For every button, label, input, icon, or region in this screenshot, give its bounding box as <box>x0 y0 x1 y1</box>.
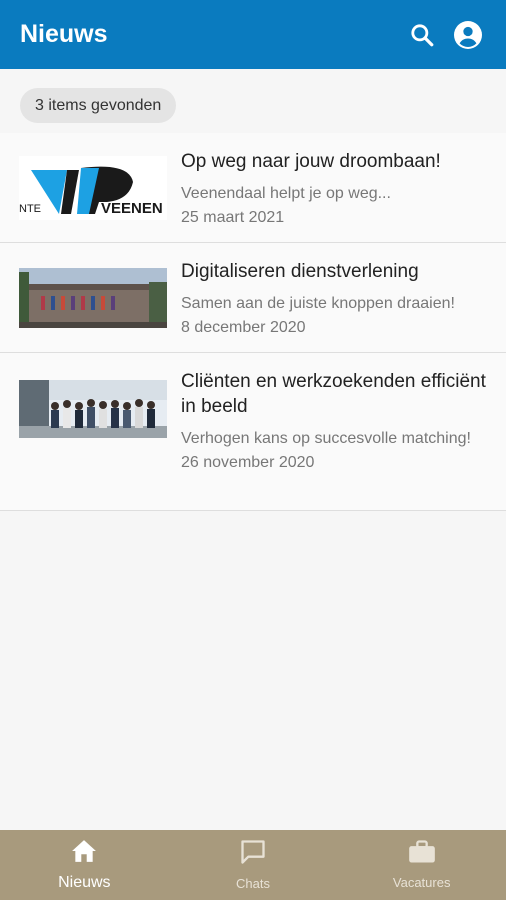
chat-icon <box>239 839 267 870</box>
news-item[interactable]: Digitaliseren dienstverlening Samen aan … <box>0 243 506 353</box>
bottom-navigation: Nieuws Chats Vacatures <box>0 830 506 900</box>
nav-item-vacatures[interactable]: Vacatures <box>337 830 506 900</box>
news-date: 26 november 2020 <box>181 454 315 471</box>
news-date: 8 december 2020 <box>181 319 306 336</box>
nav-label: Vacatures <box>392 875 451 890</box>
page-title: Nieuws <box>20 20 108 48</box>
news-item[interactable]: NTE VEENEN Op weg naar jouw droombaan! Ve… <box>0 133 506 243</box>
news-item[interactable]: Cliënten en werkzoekenden efficiënt in b… <box>0 353 506 511</box>
nav-label: Chats <box>236 876 270 891</box>
news-thumbnail: NTE VEENEN <box>19 133 167 242</box>
news-title: Cliënten en werkzoekenden efficiënt in b… <box>181 371 486 417</box>
search-icon[interactable] <box>404 17 440 53</box>
nav-item-chats[interactable]: Chats <box>169 830 338 900</box>
logo-text-left: NTE <box>19 203 41 215</box>
news-title: Op weg naar jouw droombaan! <box>181 151 441 172</box>
nav-item-nieuws[interactable]: Nieuws <box>0 830 169 900</box>
news-subtitle: Samen aan de juiste knoppen draaien! <box>181 295 455 312</box>
news-date: 25 maart 2021 <box>181 209 285 226</box>
nav-label: Nieuws <box>58 873 111 891</box>
news-subtitle: Veenendaal helpt je op weg... <box>181 185 391 202</box>
news-list: NTE VEENEN Op weg naar jouw droombaan! Ve… <box>0 133 506 511</box>
results-count-chip: 3 items gevonden <box>20 88 177 123</box>
news-title: Digitaliseren dienstverlening <box>181 261 419 282</box>
briefcase-icon <box>408 840 436 869</box>
news-subtitle: Verhogen kans op succesvolle matching! <box>181 430 471 447</box>
news-thumbnail <box>19 243 167 352</box>
account-icon[interactable] <box>450 17 486 53</box>
app-bar: Nieuws <box>0 0 506 69</box>
news-thumbnail <box>19 353 167 510</box>
logo-text-right: VEENEN <box>101 200 163 217</box>
home-icon <box>71 839 97 868</box>
